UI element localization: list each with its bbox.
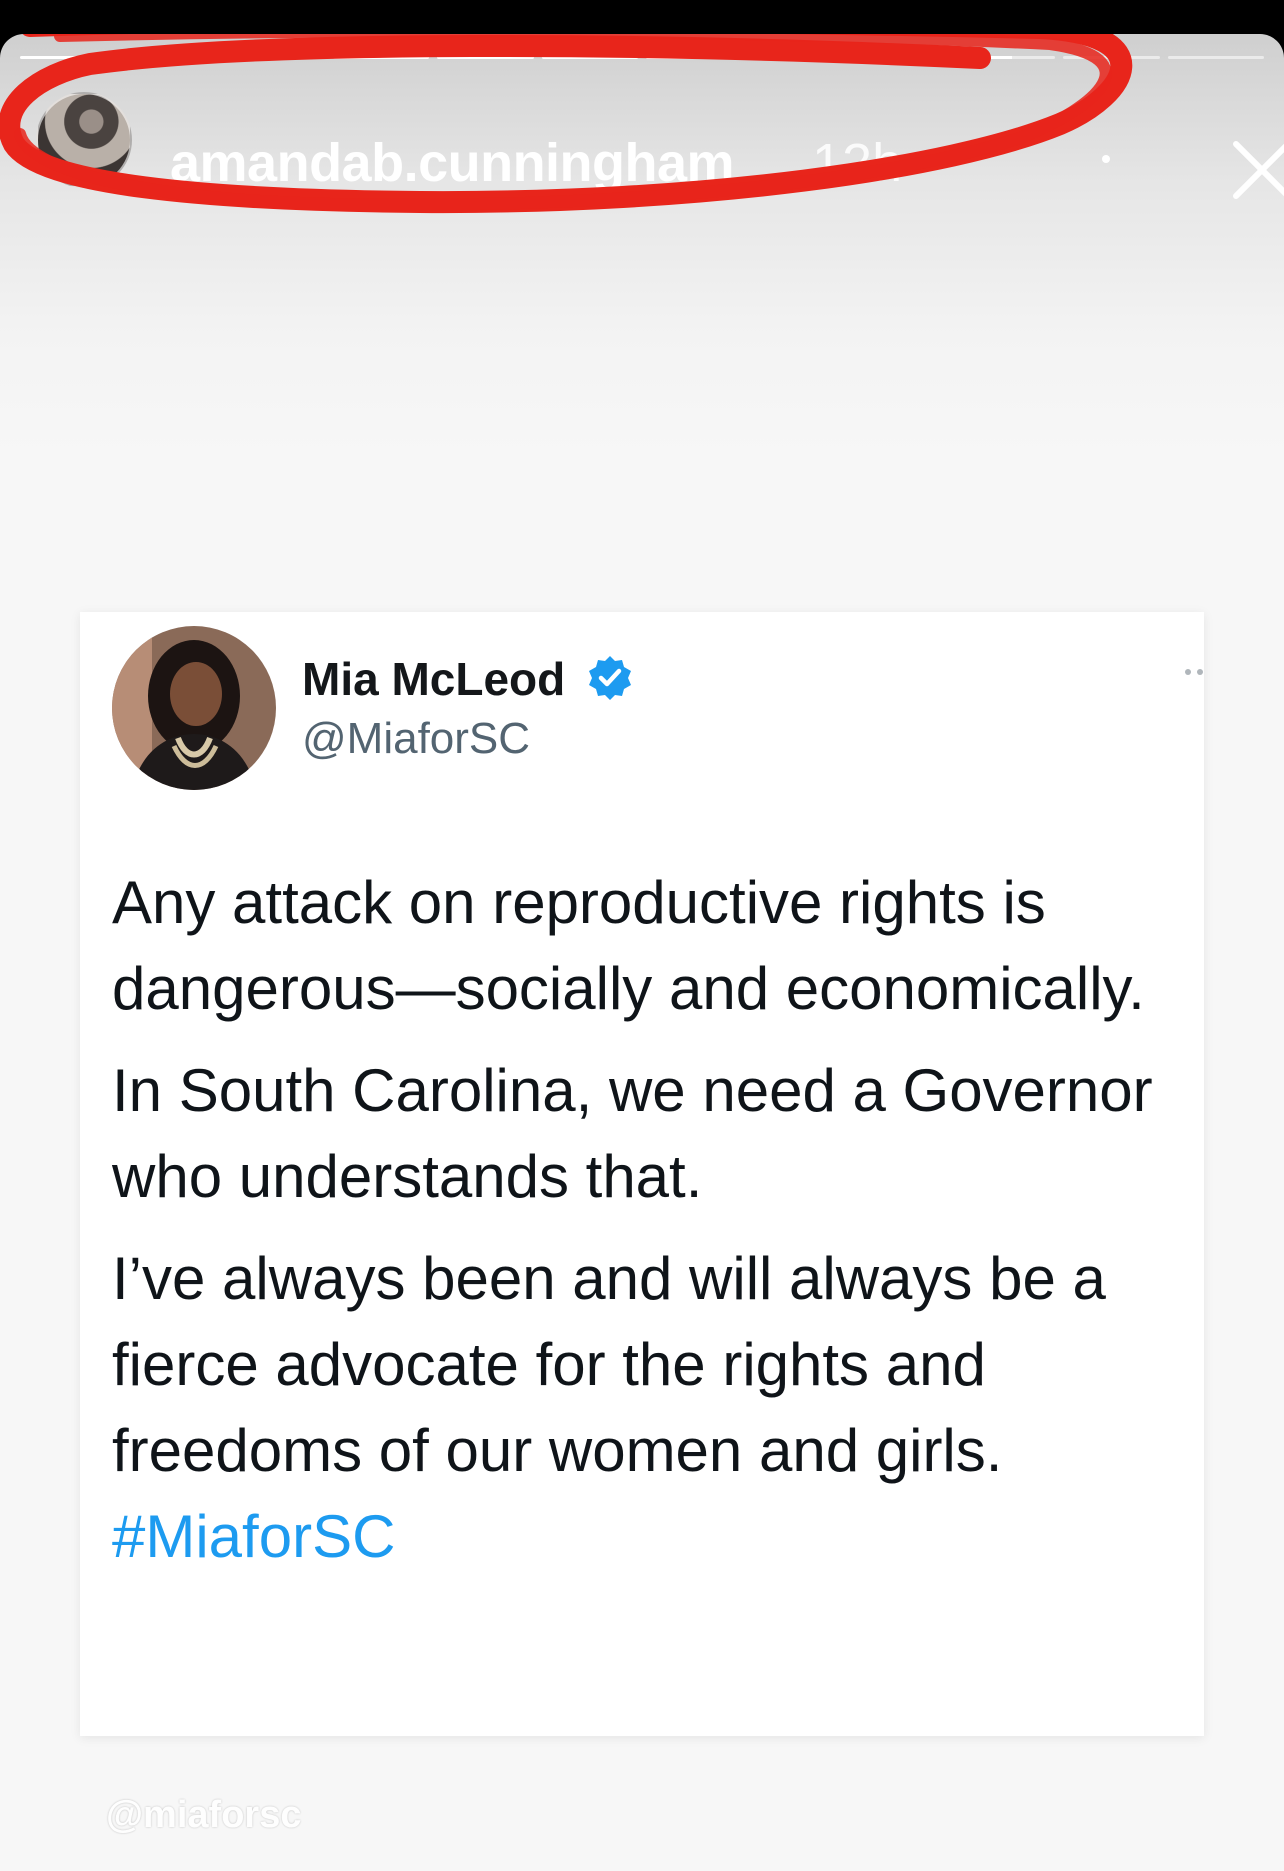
progress-segment	[332, 56, 430, 59]
tweet-author-name[interactable]: Mia McLeod	[302, 652, 565, 706]
more-dots-icon[interactable]	[1076, 124, 1136, 194]
user-avatar[interactable]	[36, 92, 132, 188]
progress-segment	[1063, 56, 1160, 59]
mention-watermark: @miaforsc	[106, 1794, 302, 1836]
progress-segment	[750, 56, 847, 59]
progress-segment	[20, 56, 117, 59]
tweet-text: Any attack on reproductive rights is dan…	[112, 860, 1182, 1580]
progress-segment	[1167, 56, 1264, 59]
progress-segment	[958, 56, 1056, 59]
progress-segment	[228, 56, 325, 59]
story-username[interactable]: amandab.cunningham	[170, 132, 735, 194]
story-frame[interactable]: amandab.cunningham 12h Mia McLeod @Miafo…	[0, 34, 1284, 1871]
close-icon[interactable]	[1226, 134, 1284, 206]
progress-segment	[541, 56, 638, 59]
story-screen: amandab.cunningham 12h Mia McLeod @Miafo…	[0, 0, 1284, 1871]
progress-segment	[437, 56, 534, 59]
tweet-author-avatar[interactable]	[112, 626, 276, 790]
tweet-paragraph: In South Carolina, we need a Governor wh…	[112, 1057, 1153, 1210]
tweet-author-handle[interactable]: @MiaforSC	[302, 714, 530, 764]
tweet-hashtag-link[interactable]: #MiaforSC	[112, 1503, 395, 1570]
tweet-paragraph: Any attack on reproductive rights is dan…	[112, 869, 1145, 1022]
story-progress-bar	[20, 56, 1264, 60]
progress-segment	[645, 56, 743, 59]
tweet-paragraph: I’ve always been and will always be a fi…	[112, 1245, 1106, 1484]
story-header: amandab.cunningham 12h	[36, 86, 1284, 199]
tweet-more-icon[interactable]	[1182, 662, 1208, 682]
tweet-card[interactable]: Mia McLeod @MiaforSC Any attack on repro…	[80, 612, 1204, 1736]
story-timestamp: 12h	[812, 133, 903, 193]
verified-badge-icon	[589, 656, 631, 700]
progress-segment	[854, 56, 951, 59]
progress-segment	[124, 56, 221, 59]
